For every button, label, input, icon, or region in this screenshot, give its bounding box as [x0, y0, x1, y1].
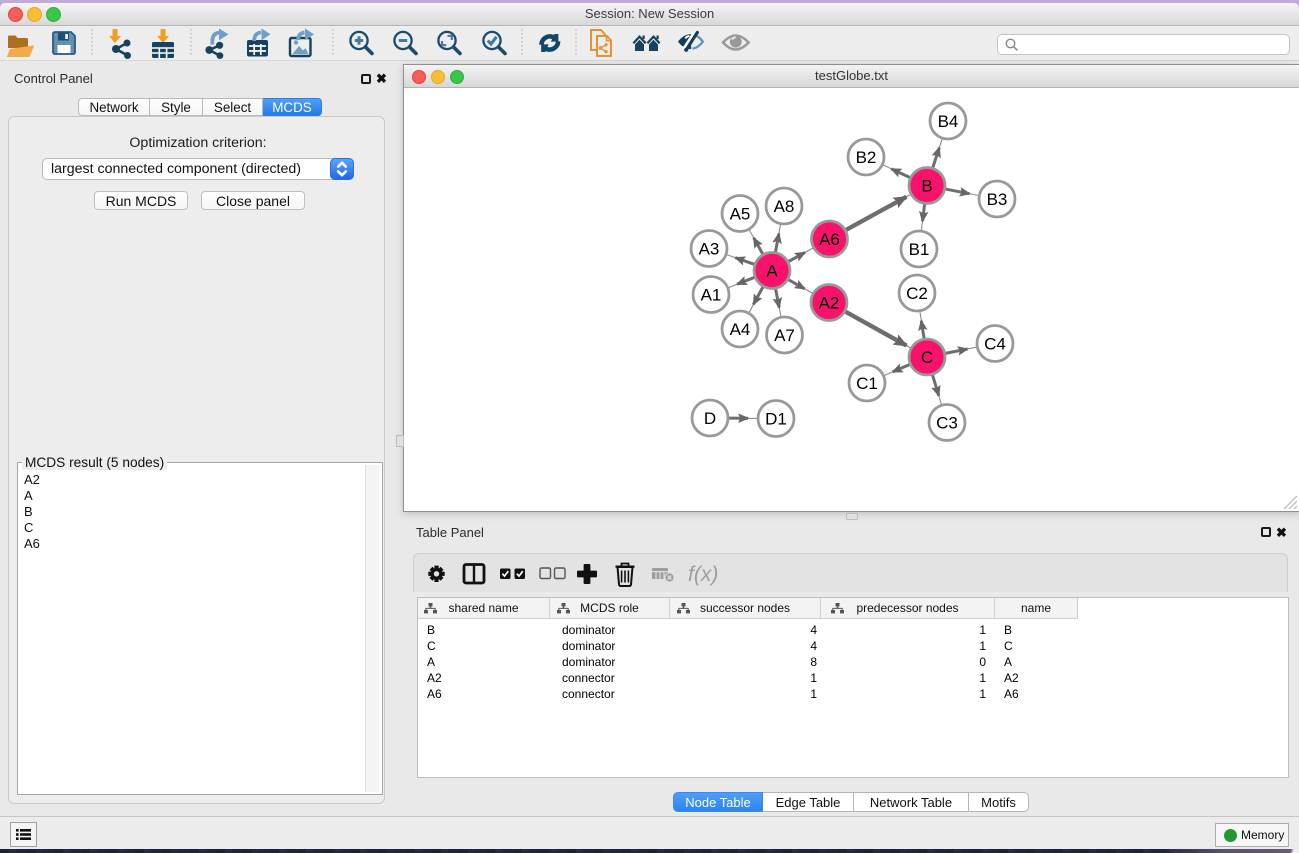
svg-text:A3: A3 [699, 240, 720, 259]
svg-text:C2: C2 [906, 284, 928, 303]
svg-text:A5: A5 [730, 205, 751, 224]
svg-text:A4: A4 [730, 320, 751, 339]
svg-text:B2: B2 [856, 148, 877, 167]
svg-text:A6: A6 [819, 230, 840, 249]
svg-text:A: A [766, 262, 778, 281]
svg-text:C3: C3 [936, 414, 958, 433]
svg-text:f(x): f(x) [688, 563, 718, 586]
svg-text:B3: B3 [987, 190, 1008, 209]
svg-text:D: D [704, 409, 716, 428]
svg-text:C: C [921, 348, 933, 367]
svg-text:D1: D1 [765, 410, 787, 429]
svg-text:A2: A2 [819, 294, 840, 313]
svg-text:A8: A8 [774, 197, 795, 216]
svg-text:B4: B4 [938, 112, 959, 131]
svg-text:C4: C4 [984, 335, 1006, 354]
svg-text:A1: A1 [701, 286, 722, 305]
svg-text:B: B [921, 177, 932, 196]
svg-text:A7: A7 [774, 326, 795, 345]
svg-text:C1: C1 [856, 374, 878, 393]
svg-text:B1: B1 [909, 240, 930, 259]
